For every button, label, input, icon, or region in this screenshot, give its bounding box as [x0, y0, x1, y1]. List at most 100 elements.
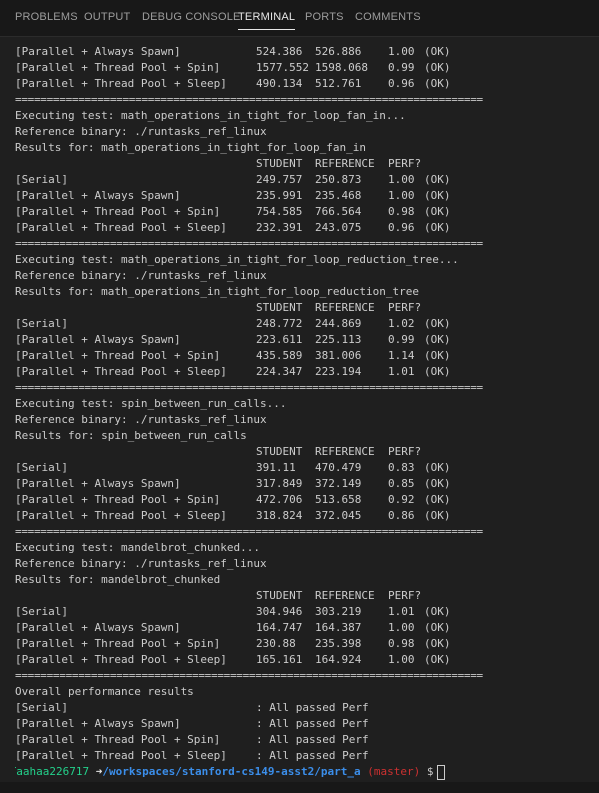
tab-terminal[interactable]: TERMINAL: [238, 11, 296, 30]
row-name: [Serial]: [15, 317, 68, 330]
tab-output[interactable]: OUTPUT: [84, 11, 130, 23]
reference-binary: Reference binary: ./runtasks_ref_linux: [15, 268, 599, 284]
row-name: [Parallel + Thread Pool + Spin]: [15, 349, 221, 362]
row-name: [Parallel + Thread Pool + Sleep]: [15, 653, 227, 666]
row-status: (OK): [424, 205, 451, 218]
prompt-user: @Taahaa226717: [15, 765, 90, 778]
row-perf: 1.00: [388, 653, 415, 666]
row-status: (OK): [424, 365, 451, 378]
reference-binary-text: Reference binary: ./runtasks_ref_linux: [15, 125, 267, 138]
row-reference: 244.869: [315, 317, 362, 330]
tab-comments[interactable]: COMMENTS: [355, 11, 421, 23]
row-status: (OK): [424, 509, 451, 522]
result-row: [Parallel + Thread Pool + Sleep] 232.391 2…: [15, 220, 599, 236]
result-row: [Parallel + Thread Pool + Spin] 754.585 76…: [15, 204, 599, 220]
results-for-text: Results for: mandelbrot_chunked: [15, 573, 221, 586]
prompt-container[interactable]: @Taahaa226717 ➜/workspaces/stanford-cs14…: [15, 764, 445, 780]
header-student: STUDENT: [256, 301, 303, 314]
overall-row: [Parallel + Always Spawn]: All passed Pe…: [15, 716, 599, 732]
result-row: [Parallel + Always Spawn] 317.849 372.149 0…: [15, 476, 599, 492]
row-perf: 0.92: [388, 493, 415, 506]
tab-debug-console[interactable]: DEBUG CONSOLE: [142, 11, 241, 23]
prompt-path: /workspaces/stanford-cs149-asst2/part_a: [102, 765, 361, 778]
row-status: (OK): [424, 493, 451, 506]
row-perf: 0.83: [388, 461, 415, 474]
separator-line: ========================================…: [15, 524, 599, 540]
row-name: [Serial]: [15, 173, 68, 186]
row-student: 317.849: [256, 477, 303, 490]
separator: ========================================…: [15, 669, 483, 682]
result-row: [Parallel + Thread Pool + Spin] 472.706 51…: [15, 492, 599, 508]
results-header: STUDENT REFERENCE PERF?: [15, 444, 599, 460]
row-student: 230.88: [256, 637, 296, 650]
row-reference: 372.149: [315, 477, 362, 490]
results-for-text: Results for: math_operations_in_tight_fo…: [15, 285, 419, 298]
results-for: Results for: spin_between_run_calls: [15, 428, 599, 444]
row-name: [Parallel + Always Spawn]: [15, 621, 181, 634]
row-name: [Serial]: [15, 461, 68, 474]
reference-binary: Reference binary: ./runtasks_ref_linux: [15, 124, 599, 140]
separator-line: ========================================…: [15, 668, 599, 684]
row-student: 164.747: [256, 621, 303, 634]
overall-row-name: [Parallel + Thread Pool + Spin]: [15, 733, 221, 746]
panel-tab-bar: PROBLEMS OUTPUT DEBUG CONSOLE TERMINAL P…: [0, 0, 599, 37]
row-status: (OK): [424, 173, 451, 186]
status-bar: [0, 782, 599, 793]
result-row: [Parallel + Always Spawn] 164.747 164.387 1…: [15, 620, 599, 636]
row-status: (OK): [424, 637, 451, 650]
tab-problems[interactable]: PROBLEMS: [15, 11, 78, 23]
result-row: [Parallel + Thread Pool + Sleep] 318.824 3…: [15, 508, 599, 524]
row-student: 318.824: [256, 509, 303, 522]
executing-test: Executing test: math_operations_in_tight…: [15, 252, 599, 268]
result-row: [Serial] 304.946 303.219 1.01 (OK): [15, 604, 599, 620]
overall-row: [Serial]: All passed Perf: [15, 700, 599, 716]
separator: ========================================…: [15, 381, 483, 394]
overall-title-text: Overall performance results: [15, 685, 194, 698]
row-student: 165.161: [256, 653, 303, 666]
row-perf: 1.02: [388, 317, 415, 330]
row-student: 524.386: [256, 45, 303, 58]
row-student: 235.991: [256, 189, 303, 202]
row-name: [Parallel + Always Spawn]: [15, 189, 181, 202]
result-row: [Serial] 391.11 470.479 0.83 (OK): [15, 460, 599, 476]
row-reference: 512.761: [315, 77, 362, 90]
reference-binary: Reference binary: ./runtasks_ref_linux: [15, 556, 599, 572]
row-student: 223.611: [256, 333, 303, 346]
row-name: [Parallel + Thread Pool + Sleep]: [15, 77, 227, 90]
reference-binary-text: Reference binary: ./runtasks_ref_linux: [15, 269, 267, 282]
terminal-cursor[interactable]: [436, 764, 445, 780]
results-header: STUDENT REFERENCE PERF?: [15, 156, 599, 172]
results-for-text: Results for: spin_between_run_calls: [15, 429, 247, 442]
row-name: [Parallel + Always Spawn]: [15, 333, 181, 346]
overall-row-result: : All passed Perf: [256, 733, 369, 746]
row-name: [Parallel + Thread Pool + Spin]: [15, 61, 221, 74]
row-status: (OK): [424, 605, 451, 618]
row-student: 232.391: [256, 221, 303, 234]
row-status: (OK): [424, 45, 451, 58]
separator-line: ========================================…: [15, 236, 599, 252]
row-perf: 0.99: [388, 333, 415, 346]
row-name: [Parallel + Thread Pool + Sleep]: [15, 365, 227, 378]
tab-ports[interactable]: PORTS: [305, 11, 344, 23]
result-row: [Parallel + Thread Pool + Sleep] 490.134 5…: [15, 76, 599, 92]
row-student: 472.706: [256, 493, 303, 506]
row-name: [Parallel + Thread Pool + Spin]: [15, 493, 221, 506]
terminal-output[interactable]: [Parallel + Always Spawn] 524.386 526.886 1…: [15, 44, 599, 780]
separator: ========================================…: [15, 525, 483, 538]
header-reference: REFERENCE: [315, 589, 375, 602]
row-student: 248.772: [256, 317, 303, 330]
row-reference: 250.873: [315, 173, 362, 186]
row-name: [Parallel + Thread Pool + Sleep]: [15, 509, 227, 522]
row-reference: 470.479: [315, 461, 362, 474]
executing-test-text: Executing test: mandelbrot_chunked...: [15, 541, 261, 554]
overall-row-result: : All passed Perf: [256, 701, 369, 714]
reference-binary-text: Reference binary: ./runtasks_ref_linux: [15, 557, 267, 570]
executing-test-text: Executing test: spin_between_run_calls..…: [15, 397, 287, 410]
row-perf: 0.85: [388, 477, 415, 490]
row-reference: 243.075: [315, 221, 362, 234]
row-perf: 0.98: [388, 205, 415, 218]
results-header: STUDENT REFERENCE PERF?: [15, 588, 599, 604]
row-reference: 303.219: [315, 605, 362, 618]
row-name: [Parallel + Thread Pool + Spin]: [15, 205, 221, 218]
row-perf: 1.14: [388, 349, 415, 362]
